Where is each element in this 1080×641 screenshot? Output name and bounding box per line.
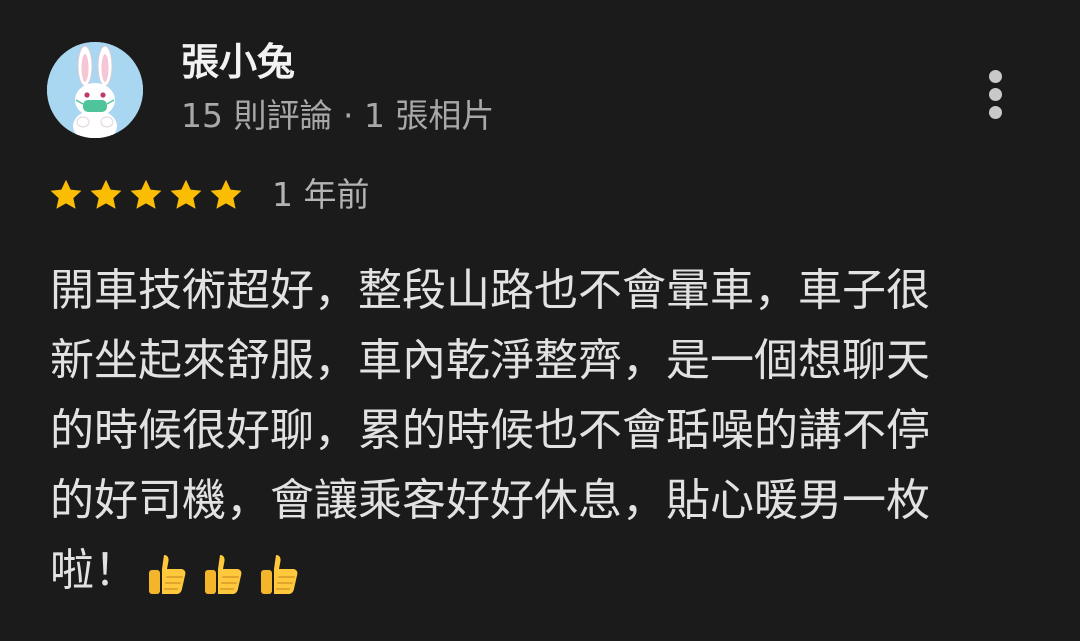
reviewer-name[interactable]: 張小兔	[181, 36, 295, 88]
more-vertical-icon-dot	[989, 106, 1002, 119]
star-icon	[130, 179, 162, 209]
thumbs-up-icon	[261, 555, 298, 594]
reviewer-stats[interactable]: 15 則評論 · 1 張相片	[181, 93, 494, 139]
review-line: 開車技術超好，整段山路也不會暈車，車子很	[50, 265, 930, 316]
review-line: 的好司機，會讓乘客好好休息，貼心暖男一枚	[50, 475, 930, 526]
star-icon	[170, 179, 202, 209]
review-card: 張小兔 15 則評論 · 1 張相片 1 年前 開車技術超好，整段山路也不會暈車…	[0, 0, 1080, 641]
reviewer-avatar[interactable]	[47, 42, 143, 138]
review-line: 新坐起來舒服，車內乾淨整齊，是一個想聊天	[50, 335, 930, 386]
thumbs-up-icon	[205, 555, 242, 594]
more-vertical-icon-dot	[989, 88, 1002, 101]
thumbs-up-icon	[149, 555, 186, 594]
star-icon	[50, 179, 82, 209]
thumbs-up-emojis	[144, 538, 312, 608]
star-rating	[48, 177, 248, 213]
star-icon	[90, 179, 122, 209]
more-options-button[interactable]	[976, 66, 1016, 122]
review-line: 啦！	[50, 545, 138, 596]
more-vertical-icon	[989, 70, 1002, 83]
review-line: 的時候很好聊，累的時候也不會聒噪的講不停	[50, 405, 930, 456]
star-icon	[210, 179, 242, 209]
review-body: 開車技術超好，整段山路也不會暈車，車子很 新坐起來舒服，車內乾淨整齊，是一個想聊…	[50, 256, 1050, 608]
review-time: 1 年前	[272, 175, 370, 214]
rating-row: 1 年前	[48, 170, 370, 220]
rabbit-avatar-icon	[47, 42, 143, 138]
review-line-last: 啦！	[50, 536, 1050, 608]
